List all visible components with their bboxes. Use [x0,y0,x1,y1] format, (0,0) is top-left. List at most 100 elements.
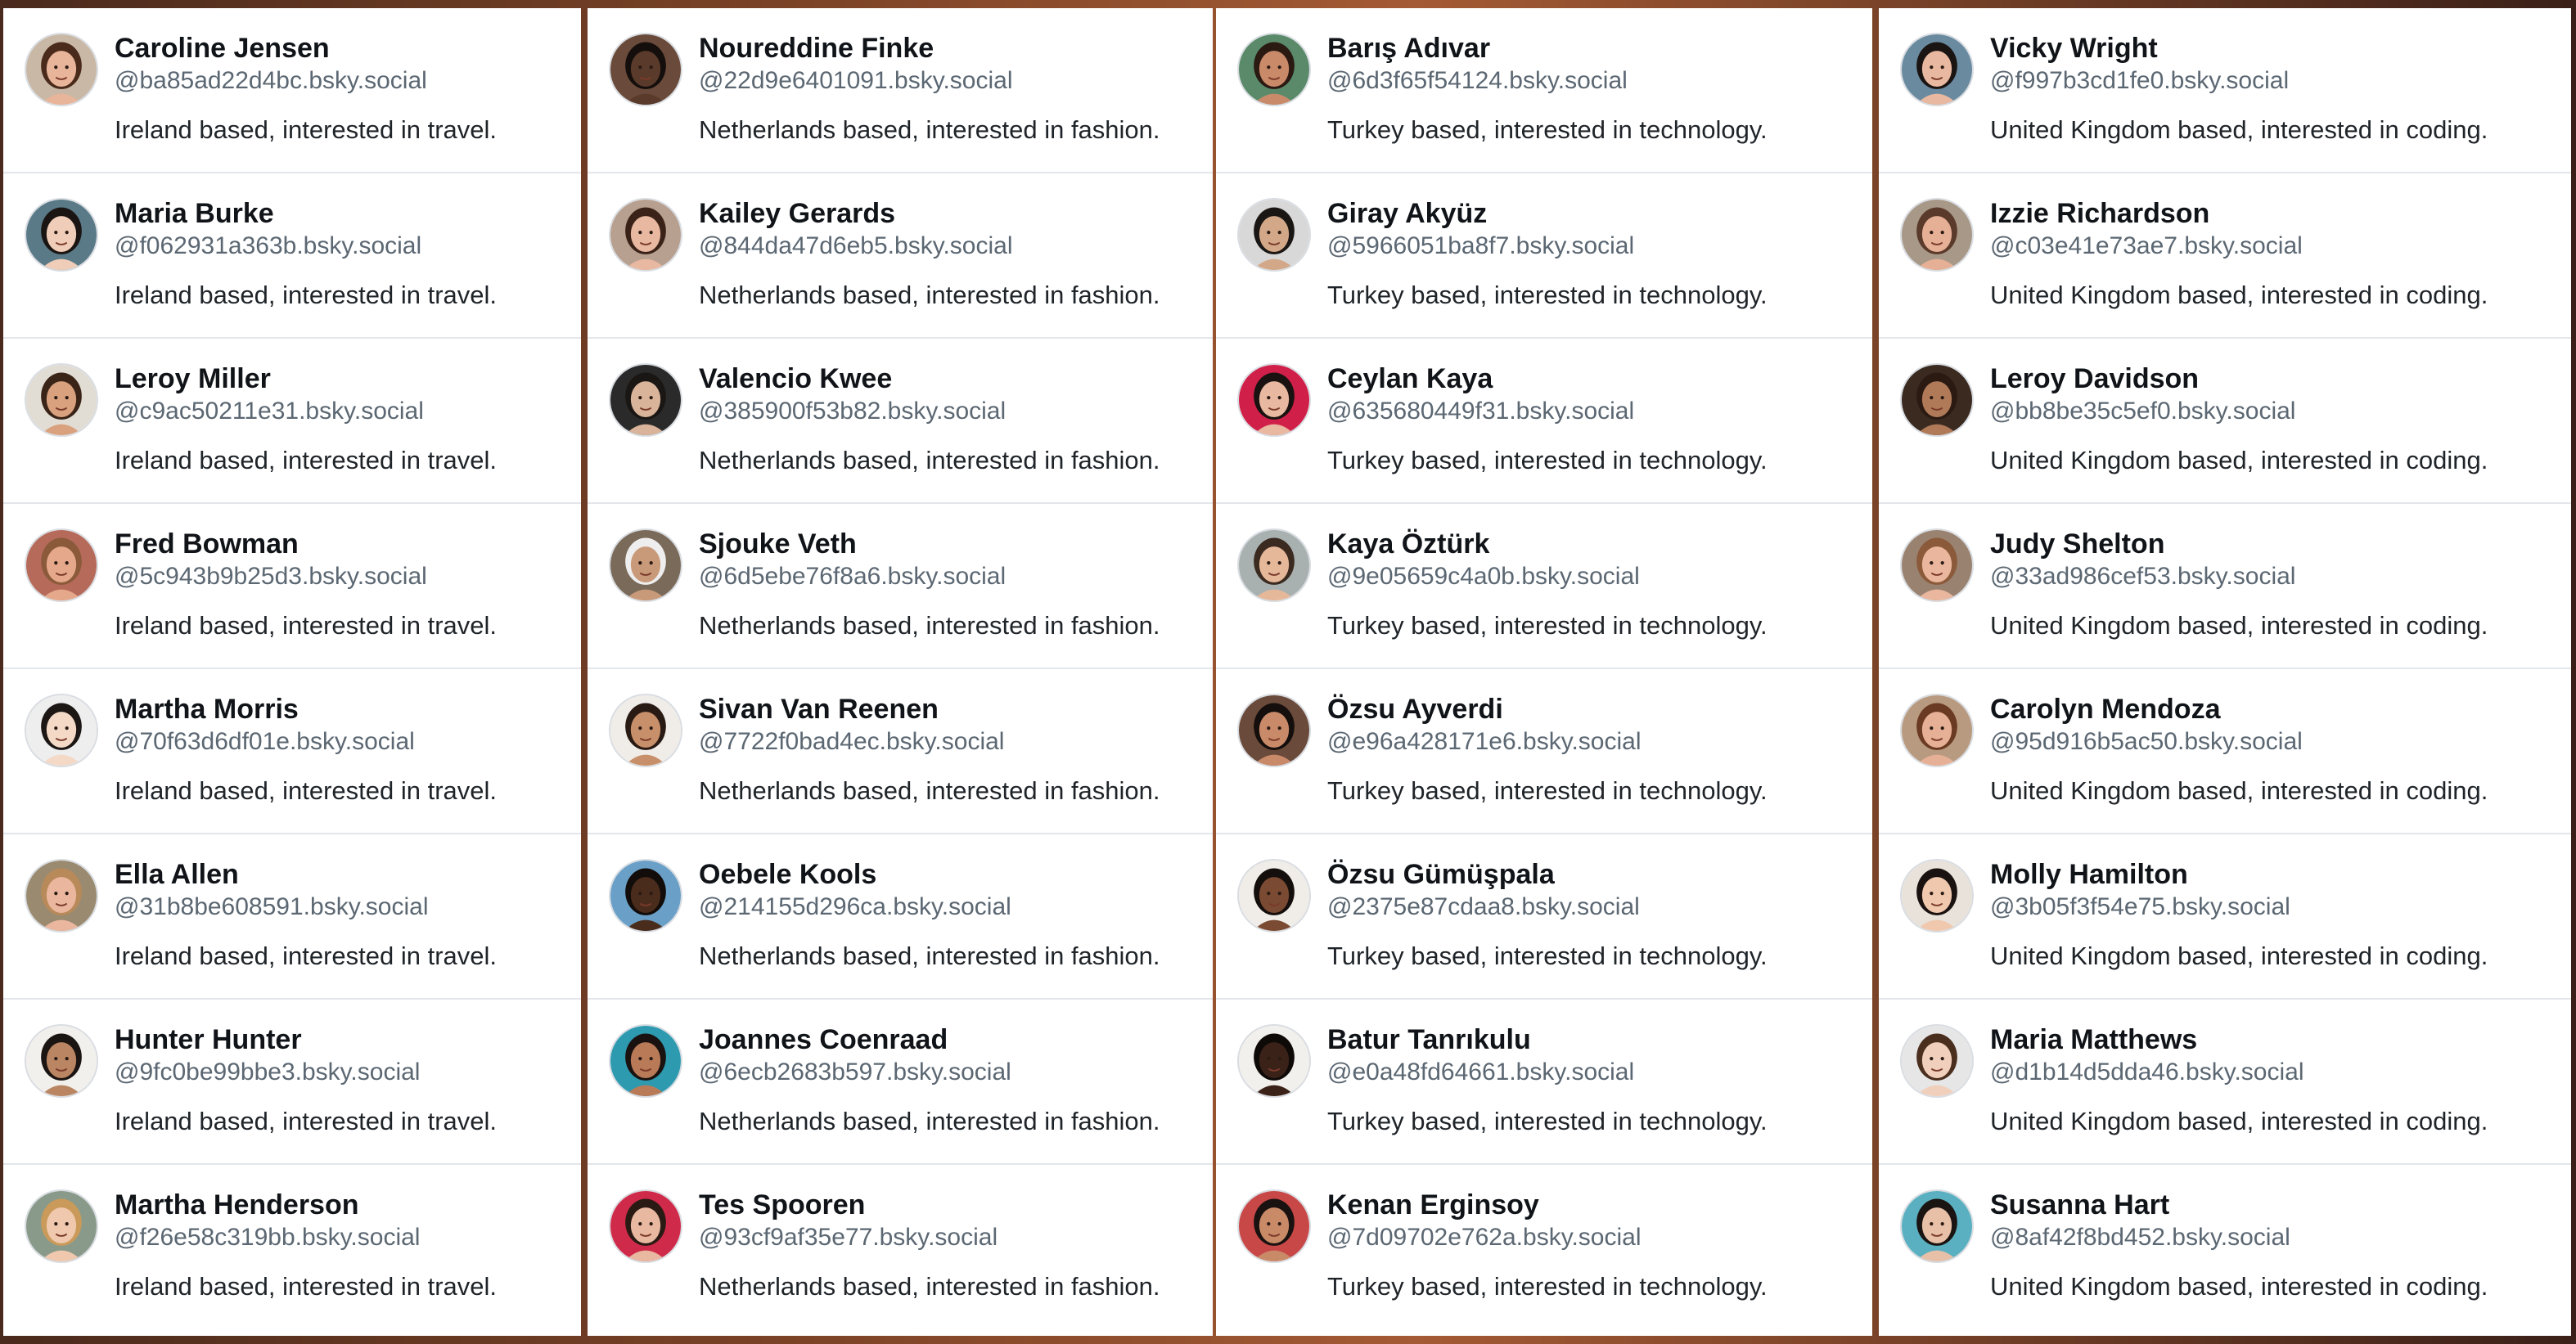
user-handle[interactable]: @5966051ba8f7.bsky.social [1327,232,1634,260]
user-display-name[interactable]: Joannes Coenraad [699,1024,948,1056]
avatar[interactable] [1900,1189,1974,1263]
user-display-name[interactable]: Özsu Gümüşpala [1327,859,1555,891]
user-display-name[interactable]: Tes Spooren [699,1189,865,1221]
user-display-name[interactable]: Barış Adıvar [1327,33,1490,65]
user-handle[interactable]: @95d916b5ac50.bsky.social [1990,728,2303,756]
user-card[interactable]: Joannes Coenraad @6ecb2683b597.bsky.socia… [588,1000,1213,1165]
user-card[interactable]: Martha Henderson @f26e58c319bb.bsky.socia… [3,1165,581,1330]
user-card[interactable]: Ceylan Kaya @635680449f31.bsky.social Turk… [1216,339,1872,504]
user-display-name[interactable]: Kailey Gerards [699,198,895,230]
user-display-name[interactable]: Maria Matthews [1990,1024,2197,1056]
user-card[interactable]: Batur Tanrıkulu @e0a48fd64661.bsky.social… [1216,1000,1872,1165]
user-card[interactable]: Leroy Davidson @bb8be35c5ef0.bsky.social U… [1879,339,2571,504]
avatar[interactable] [609,198,682,272]
avatar[interactable] [25,528,98,602]
user-handle[interactable]: @f997b3cd1fe0.bsky.social [1990,67,2289,95]
user-card[interactable]: Oebele Kools @214155d296ca.bsky.social Net… [588,834,1213,1000]
user-card[interactable]: Sjouke Veth @6d5ebe76f8a6.bsky.social Neth… [588,504,1213,669]
user-handle[interactable]: @bb8be35c5ef0.bsky.social [1990,398,2295,425]
avatar[interactable] [1237,1024,1311,1098]
user-display-name[interactable]: Noureddine Finke [699,33,934,65]
user-card[interactable]: Vicky Wright @f997b3cd1fe0.bsky.social Uni… [1879,8,2571,173]
user-card[interactable]: Fred Bowman @5c943b9b25d3.bsky.social Irel… [3,504,581,669]
user-card[interactable]: Valencio Kwee @385900f53b82.bsky.social Ne… [588,339,1213,504]
avatar[interactable] [1237,363,1311,437]
user-display-name[interactable]: Valencio Kwee [699,363,892,395]
avatar[interactable] [1900,33,1974,106]
user-display-name[interactable]: Maria Burke [115,198,274,230]
user-display-name[interactable]: Molly Hamilton [1990,859,2188,891]
user-handle[interactable]: @93cf9af35e77.bsky.social [699,1224,998,1252]
avatar[interactable] [1237,528,1311,602]
avatar[interactable] [1900,198,1974,272]
user-handle[interactable]: @f062931a363b.bsky.social [115,232,421,260]
user-display-name[interactable]: Leroy Davidson [1990,363,2199,395]
avatar[interactable] [1237,694,1311,767]
avatar[interactable] [1900,528,1974,602]
user-card[interactable]: Özsu Gümüşpala @2375e87cdaa8.bsky.social T… [1216,834,1872,1000]
user-card[interactable]: Kailey Gerards @844da47d6eb5.bsky.social N… [588,173,1213,339]
user-card[interactable]: Susanna Hart @8af42f8bd452.bsky.social Uni… [1879,1165,2571,1330]
user-handle[interactable]: @7722f0bad4ec.bsky.social [699,728,1004,756]
user-handle[interactable]: @d1b14d5dda46.bsky.social [1990,1059,2304,1086]
avatar[interactable] [25,33,98,106]
user-card[interactable]: Molly Hamilton @3b05f3f54e75.bsky.social U… [1879,834,2571,1000]
avatar[interactable] [25,859,98,933]
user-display-name[interactable]: Ceylan Kaya [1327,363,1493,395]
user-card[interactable]: Leroy Miller @c9ac50211e31.bsky.social Ire… [3,339,581,504]
user-display-name[interactable]: Hunter Hunter [115,1024,302,1056]
user-handle[interactable]: @22d9e6401091.bsky.social [699,67,1013,95]
user-display-name[interactable]: Martha Morris [115,694,299,726]
avatar[interactable] [25,1189,98,1263]
user-display-name[interactable]: Batur Tanrıkulu [1327,1024,1531,1056]
avatar[interactable] [1900,859,1974,933]
user-display-name[interactable]: Susanna Hart [1990,1189,2169,1221]
user-handle[interactable]: @c03e41e73ae7.bsky.social [1990,232,2303,260]
user-handle[interactable]: @f26e58c319bb.bsky.social [115,1224,420,1252]
user-card[interactable]: Maria Burke @f062931a363b.bsky.social Irel… [3,173,581,339]
avatar[interactable] [1237,33,1311,106]
user-display-name[interactable]: Ella Allen [115,859,239,891]
user-card[interactable]: Sivan Van Reenen @7722f0bad4ec.bsky.socia… [588,669,1213,834]
avatar[interactable] [1237,198,1311,272]
user-handle[interactable]: @c9ac50211e31.bsky.social [115,398,424,425]
user-card[interactable]: Ella Allen @31b8be608591.bsky.social Irela… [3,834,581,1000]
user-handle[interactable]: @635680449f31.bsky.social [1327,398,1634,425]
user-handle[interactable]: @9e05659c4a0b.bsky.social [1327,563,1640,591]
avatar[interactable] [609,363,682,437]
user-handle[interactable]: @31b8be608591.bsky.social [115,893,429,921]
user-display-name[interactable]: Vicky Wright [1990,33,2158,65]
user-handle[interactable]: @6ecb2683b597.bsky.social [699,1059,1011,1086]
user-card[interactable]: Barış Adıvar @6d3f65f54124.bsky.social Tur… [1216,8,1872,173]
user-card[interactable]: Judy Shelton @33ad986cef53.bsky.social Uni… [1879,504,2571,669]
user-handle[interactable]: @9fc0be99bbe3.bsky.social [115,1059,420,1086]
user-handle[interactable]: @e0a48fd64661.bsky.social [1327,1059,1634,1086]
avatar[interactable] [609,528,682,602]
user-card[interactable]: Özsu Ayverdi @e96a428171e6.bsky.social Tur… [1216,669,1872,834]
avatar[interactable] [609,1189,682,1263]
user-display-name[interactable]: Izzie Richardson [1990,198,2209,230]
user-handle[interactable]: @6d3f65f54124.bsky.social [1327,67,1628,95]
avatar[interactable] [1237,1189,1311,1263]
user-card[interactable]: Caroline Jensen @ba85ad22d4bc.bsky.social… [3,8,581,173]
user-handle[interactable]: @8af42f8bd452.bsky.social [1990,1224,2290,1252]
avatar[interactable] [609,859,682,933]
user-card[interactable]: Izzie Richardson @c03e41e73ae7.bsky.socia… [1879,173,2571,339]
user-handle[interactable]: @385900f53b82.bsky.social [699,398,1006,425]
avatar[interactable] [25,1024,98,1098]
avatar[interactable] [1900,694,1974,767]
user-card[interactable]: Hunter Hunter @9fc0be99bbe3.bsky.social Ir… [3,1000,581,1165]
user-handle[interactable]: @3b05f3f54e75.bsky.social [1990,893,2290,921]
user-display-name[interactable]: Judy Shelton [1990,528,2164,560]
user-display-name[interactable]: Caroline Jensen [115,33,330,65]
user-card[interactable]: Carolyn Mendoza @95d916b5ac50.bsky.social… [1879,669,2571,834]
user-handle[interactable]: @6d5ebe76f8a6.bsky.social [699,563,1006,591]
user-card[interactable]: Kenan Erginsoy @7d09702e762a.bsky.social T… [1216,1165,1872,1330]
user-display-name[interactable]: Kaya Öztürk [1327,528,1489,560]
user-handle[interactable]: @ba85ad22d4bc.bsky.social [115,67,427,95]
user-display-name[interactable]: Carolyn Mendoza [1990,694,2220,726]
avatar[interactable] [609,694,682,767]
user-display-name[interactable]: Oebele Kools [699,859,876,891]
user-handle[interactable]: @5c943b9b25d3.bsky.social [115,563,427,591]
avatar[interactable] [609,1024,682,1098]
